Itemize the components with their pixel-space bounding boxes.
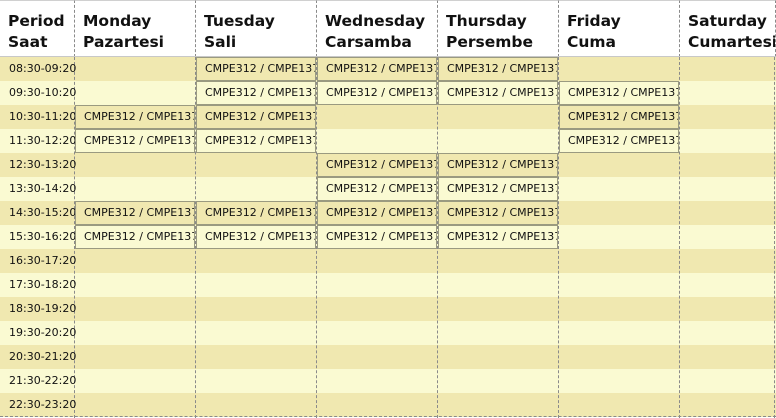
column-header-turkish: Sali — [204, 33, 237, 51]
course-slot-wednesday[interactable]: CMPE312 / CMPE137 — [317, 57, 437, 81]
course-slot-tuesday[interactable]: CMPE312 / CMPE137 — [196, 105, 316, 129]
course-slot-wednesday[interactable]: CMPE312 / CMPE137 — [317, 225, 437, 249]
period-label: 09:30-10:20 — [9, 86, 77, 99]
period-label: 10:30-11:20 — [9, 110, 77, 123]
period-label: 22:30-23:20 — [9, 398, 77, 411]
period-label: 15:30-16:20 — [9, 230, 77, 243]
timetable-row — [0, 369, 776, 393]
column-header-english: Period — [8, 12, 65, 30]
course-slot-wednesday[interactable]: CMPE312 / CMPE137 — [317, 81, 437, 105]
course-slot-wednesday[interactable]: CMPE312 / CMPE137 — [317, 153, 437, 177]
course-slot-tuesday[interactable]: CMPE312 / CMPE137 — [196, 201, 316, 225]
course-slot-wednesday[interactable]: CMPE312 / CMPE137 — [317, 177, 437, 201]
timetable-row — [0, 321, 776, 345]
course-slot-monday[interactable]: CMPE312 / CMPE137 — [75, 105, 195, 129]
column-header-turkish: Cumartesi — [688, 33, 776, 51]
column-divider — [679, 57, 680, 418]
course-slot-thursday[interactable]: CMPE312 / CMPE137 — [438, 177, 558, 201]
course-slot-wednesday[interactable]: CMPE312 / CMPE137 — [317, 201, 437, 225]
column-header-saturday: Saturday Cumartesi — [680, 0, 776, 57]
course-slot-friday[interactable]: CMPE312 / CMPE137 — [559, 129, 679, 153]
course-slot-thursday[interactable]: CMPE312 / CMPE137 — [438, 225, 558, 249]
column-header-tuesday: Tuesday Sali — [196, 0, 317, 57]
course-slot-thursday[interactable]: CMPE312 / CMPE137 — [438, 81, 558, 105]
course-slot-monday[interactable]: CMPE312 / CMPE137 — [75, 129, 195, 153]
column-header-turkish: Pazartesi — [83, 33, 164, 51]
period-label: 08:30-09:20 — [9, 62, 77, 75]
course-slot-tuesday[interactable]: CMPE312 / CMPE137 — [196, 81, 316, 105]
period-label: 14:30-15:20 — [9, 206, 77, 219]
course-slot-thursday[interactable]: CMPE312 / CMPE137 — [438, 153, 558, 177]
period-label: 16:30-17:20 — [9, 254, 77, 267]
period-label: 17:30-18:20 — [9, 278, 77, 291]
column-header-english: Friday — [567, 12, 621, 30]
column-header-english: Thursday — [446, 12, 527, 30]
column-header-english: Wednesday — [325, 12, 426, 30]
period-label: 13:30-14:20 — [9, 182, 77, 195]
period-label: 11:30-12:20 — [9, 134, 77, 147]
column-header-period: Period Saat — [0, 0, 75, 57]
column-header-wednesday: Wednesday Carsamba — [317, 0, 438, 57]
period-label: 21:30-22:20 — [9, 374, 77, 387]
period-label: 12:30-13:20 — [9, 158, 77, 171]
weekly-timetable: Period Saat Monday Pazartesi Tuesday Sali Wedn… — [0, 0, 776, 418]
course-slot-tuesday[interactable]: CMPE312 / CMPE137 — [196, 225, 316, 249]
column-header-friday: Friday Cuma — [559, 0, 680, 57]
column-header-turkish: Persembe — [446, 33, 534, 51]
course-slot-tuesday[interactable]: CMPE312 / CMPE137 — [196, 129, 316, 153]
column-header-monday: Monday Pazartesi — [75, 0, 196, 57]
table-bottom-border — [0, 416, 776, 417]
timetable-row — [0, 297, 776, 321]
course-slot-friday[interactable]: CMPE312 / CMPE137 — [559, 105, 679, 129]
timetable-row — [0, 249, 776, 273]
course-slot-monday[interactable]: CMPE312 / CMPE137 — [75, 225, 195, 249]
course-slot-thursday[interactable]: CMPE312 / CMPE137 — [438, 201, 558, 225]
column-header-english: Saturday — [688, 12, 767, 30]
course-slot-tuesday[interactable]: CMPE312 / CMPE137 — [196, 57, 316, 81]
column-header-turkish: Saat — [8, 33, 48, 51]
period-label: 20:30-21:20 — [9, 350, 77, 363]
course-slot-monday[interactable]: CMPE312 / CMPE137 — [75, 201, 195, 225]
column-header-turkish: Carsamba — [325, 33, 412, 51]
timetable-row — [0, 273, 776, 297]
timetable-row — [0, 345, 776, 369]
column-header-thursday: Thursday Persembe — [438, 0, 559, 57]
column-header-english: Tuesday — [204, 12, 275, 30]
period-label: 19:30-20:20 — [9, 326, 77, 339]
period-label: 18:30-19:20 — [9, 302, 77, 315]
column-header-turkish: Cuma — [567, 33, 617, 51]
course-slot-thursday[interactable]: CMPE312 / CMPE137 — [438, 57, 558, 81]
course-slot-friday[interactable]: CMPE312 / CMPE137 — [559, 81, 679, 105]
column-header-english: Monday — [83, 12, 152, 30]
timetable-row — [0, 393, 776, 417]
column-divider — [774, 57, 775, 418]
